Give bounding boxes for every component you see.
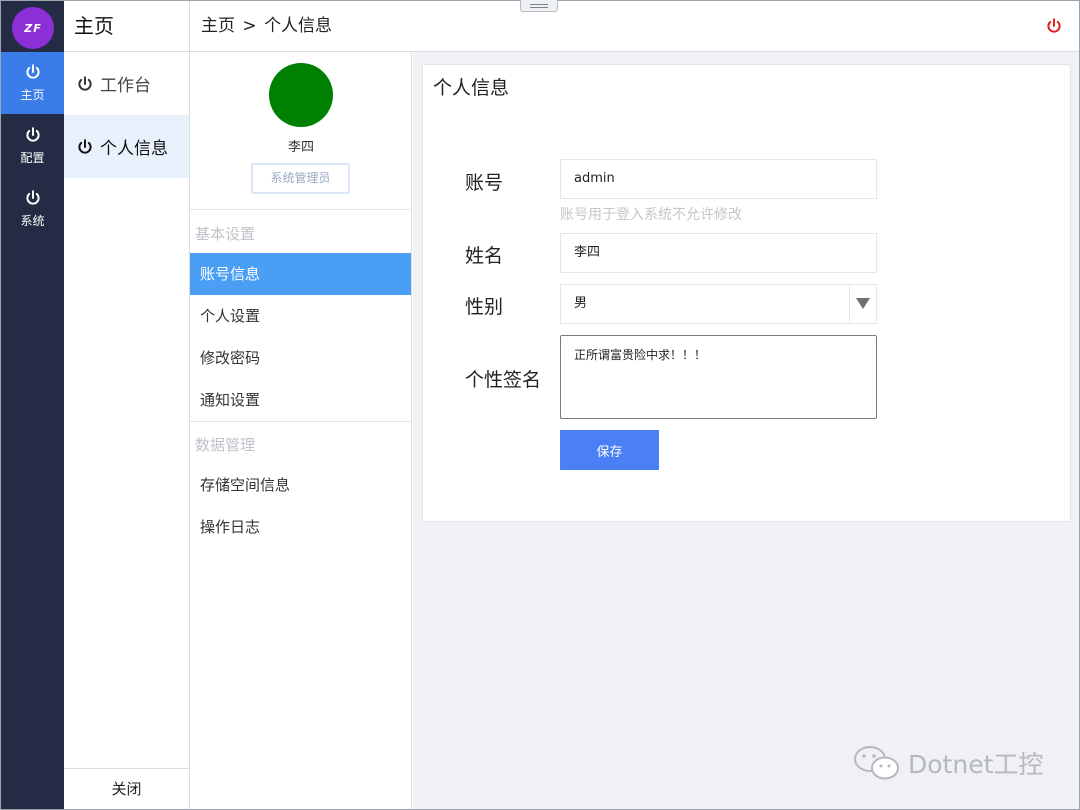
name-field[interactable]: 李四 [560, 233, 877, 273]
breadcrumb-current: 个人信息 [264, 16, 333, 36]
power-icon [25, 190, 40, 205]
settings-item-personal-settings[interactable]: 个人设置 [190, 295, 411, 337]
gender-label: 性别 [465, 296, 504, 318]
window-drag-handle[interactable] [520, 0, 558, 12]
rail-item-home[interactable]: 主页 [1, 52, 64, 114]
breadcrumb-home[interactable]: 主页 [201, 16, 235, 36]
divider [190, 421, 412, 422]
avatar [269, 63, 333, 127]
personal-info-card: 个人信息 账号 admin 账号用于登入系统不允许修改 姓名 李四 性别 男 个… [422, 64, 1071, 522]
power-icon [78, 75, 92, 91]
nav-title: 主页 [64, 1, 189, 52]
section-title-data: 数据管理 [195, 436, 256, 454]
settings-item-notification-settings[interactable]: 通知设置 [190, 379, 411, 421]
name-label: 姓名 [465, 245, 504, 267]
logo-text: ZF [24, 21, 42, 35]
settings-item-operation-log[interactable]: 操作日志 [190, 506, 411, 548]
settings-item-storage-info[interactable]: 存储空间信息 [190, 464, 411, 506]
rail-item-label: 配置 [20, 151, 45, 165]
breadcrumb: 主页 > 个人信息 [200, 1, 333, 51]
watermark: Dotnet工控 [852, 744, 1043, 782]
header-bar: 主页 > 个人信息 [190, 1, 1079, 52]
rail-item-config[interactable]: 配置 [1, 115, 64, 177]
signature-label: 个性签名 [465, 369, 542, 391]
power-icon [25, 127, 40, 142]
account-field[interactable]: admin [560, 159, 877, 199]
rail-item-system[interactable]: 系统 [1, 178, 64, 240]
watermark-text: Dotnet工控 [908, 750, 1044, 779]
gender-select[interactable]: 男 [560, 284, 877, 324]
power-icon [78, 138, 92, 154]
settings-item-account-info[interactable]: 账号信息 [190, 253, 411, 295]
role-badge: 系统管理员 [251, 163, 350, 194]
icon-rail: ZF 主页 配置 系统 [1, 1, 64, 809]
user-name: 李四 [287, 140, 314, 155]
power-icon [25, 64, 40, 79]
section-title-basic: 基本设置 [195, 225, 256, 243]
secondary-nav: 主页 工作台 个人信息 关闭 [64, 1, 190, 809]
rail-item-label: 系统 [20, 214, 45, 228]
content-area: 个人信息 账号 admin 账号用于登入系统不允许修改 姓名 李四 性别 男 个… [413, 52, 1079, 809]
breadcrumb-separator: > [242, 16, 257, 36]
settings-item-change-password[interactable]: 修改密码 [190, 337, 411, 379]
app-logo: ZF [12, 7, 54, 49]
nav-item-workbench[interactable]: 工作台 [64, 52, 189, 115]
nav-item-label: 工作台 [100, 76, 151, 96]
logout-power-icon[interactable] [1045, 17, 1063, 35]
dropdown-arrow-icon[interactable] [849, 285, 876, 323]
divider [190, 209, 412, 210]
gender-selected-value: 男 [574, 296, 588, 311]
signature-textarea[interactable]: 正所谓富贵险中求！！！ [560, 335, 877, 419]
close-button[interactable]: 关闭 [64, 768, 189, 809]
save-button[interactable]: 保存 [560, 430, 659, 470]
account-label: 账号 [465, 172, 504, 194]
account-hint: 账号用于登入系统不允许修改 [560, 207, 742, 223]
card-title: 个人信息 [433, 77, 510, 99]
nav-item-label: 个人信息 [100, 139, 168, 159]
rail-item-label: 主页 [20, 88, 45, 102]
wechat-icon [854, 746, 899, 780]
settings-panel: 李四 系统管理员 基本设置 账号信息 个人设置 修改密码 通知设置 数据管理 存… [190, 52, 412, 809]
nav-item-personal-info[interactable]: 个人信息 [64, 115, 189, 178]
